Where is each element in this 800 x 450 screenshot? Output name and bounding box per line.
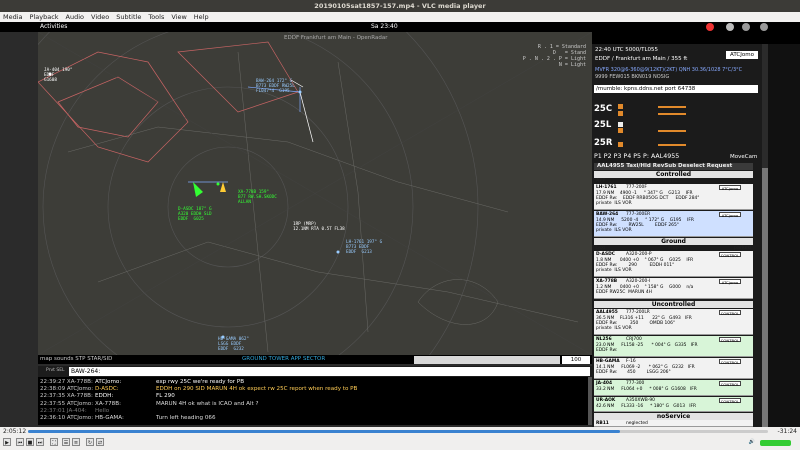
flight-strip-aal4955[interactable]: AAL4955 777-200LR CONTROL 36.5 NM FL316 +11… [594,309,753,335]
circle-icon[interactable] [726,23,734,31]
system-tray [592,22,800,44]
flight-strip-ja404[interactable]: JA-404 777-300 CONTROL 33.2 NM FL064 +0 * 0… [594,380,753,396]
tag-lh1761[interactable]: LH-1761 197° G B773 EDDF EDDF G213 [346,240,382,255]
remaining-time: -31:24 [777,428,797,435]
runway-25r[interactable]: 25R [594,138,612,148]
activities-button[interactable]: Activities [40,22,67,32]
gear-icon[interactable] [742,23,750,31]
metar-line-1: MVFR 320@6-360@9(12KT)(2KT) QNH 30.36/10… [595,67,743,73]
record-icon[interactable] [706,23,714,31]
chat-log: 22:39:27 XA-778B: ATCJomo: exp rwy 25C we'… [38,377,592,425]
window-title: 20190105sat1857-157.mp4 - VLC media play… [0,0,800,12]
utc-time: 22:40 UTC 5000/TL055 [595,47,659,53]
movecam-button[interactable]: MoveCam [730,154,757,160]
menu-playback[interactable]: Playback [30,12,59,22]
chat-row: 22:37:01 JA-404: Hello [40,407,110,414]
menu-audio[interactable]: Audio [66,12,84,22]
radar-legend: R . 1 = Standard D = Stand P . N . 2 . P… [522,44,586,68]
mumble-field[interactable]: /mumble: kpns.ddns.net port 64738 [594,85,758,93]
aircraft-xa778b [216,182,220,186]
chat-input-label: Prvt SEL [46,368,65,373]
chat-row: 22:37:35 XA-778B: EDDH: FL 290 [40,393,175,400]
flight-strip-xa778b[interactable]: XA-778B A320-200-I ATCjomo 1.2 NM 0400 +0 °… [594,278,753,299]
chat-row: 22:36:10 ATCJomo: HB-GAMA: Turn left headi… [40,415,216,422]
next-button[interactable]: ⏭ [36,438,44,446]
playlist-icon[interactable]: ≡ [72,438,80,446]
group-uncontrolled: Uncontrolled [594,301,753,308]
play-button[interactable]: ▶ [3,438,11,446]
right-margin [768,44,800,427]
menu-media[interactable]: Media [3,12,23,22]
seek-bar[interactable] [28,430,768,433]
desktop-clock[interactable]: Sa 23:40 [371,22,398,32]
previous-button[interactable]: ⏮ [16,438,24,446]
flight-strip-dasdc[interactable]: D-ASDC A320-200-P CONTROL 1.8 NM 0400 +0 ° … [594,251,753,277]
airport-name: EDDF / Frankfurt am Main / 355 ft [595,56,688,62]
stop-button[interactable]: ■ [26,438,34,446]
radar-map [38,32,592,355]
menu-subtitle[interactable]: Subtitle [116,12,141,22]
vlc-controls: 2:05:12 -31:24 ▶ ⏮ ■ ⏭ ⛶ ☰ ≡ ↻ ⇄ 🔊 [0,427,800,450]
volume-slider[interactable] [760,440,794,446]
tag-baw264[interactable]: BAW-264 172° G B773 EDDF RW25L FL047*4 G… [256,79,295,94]
extended-settings-icon[interactable]: ☰ [62,438,70,446]
runway-25l[interactable]: 25L [594,120,611,130]
flight-strip-uraok[interactable]: UR-AOK A350XWB-90 CONTROL 42.6 NM FL333 -16… [594,397,753,412]
flight-strip-rb11[interactable]: RB11 neglected [594,420,753,427]
profile-tabs[interactable]: P1 P2 P3 P4 P5 P: AAL4955 [594,153,679,160]
radar-sector-buttons[interactable]: GROUND TOWER APP SECTOR [242,355,325,364]
menu-tools[interactable]: Tools [148,12,164,22]
loop-icon[interactable]: ↻ [86,438,94,446]
chat-row: 22:37:55 ATCJomo: XA-778B: MARUN 4H ok wha… [40,400,259,407]
chat-row: 22:39:27 XA-778B: ATCJomo: exp rwy 25C we'… [40,379,245,385]
elapsed-time: 2:05:12 [3,428,27,435]
atc-side-panel: 22:40 UTC 5000/TL055 ATCJomo EDDF / Fran… [592,44,762,427]
chat-input-row: Prvt SEL [38,366,592,377]
fullscreen-icon[interactable]: ⛶ [50,438,58,446]
radar-zoom[interactable]: 100 [562,355,590,364]
chat-input[interactable] [69,367,590,376]
menu-bar: Media Playback Audio Video Subtitle Tool… [0,12,800,22]
settings-icon[interactable] [760,23,768,31]
aircraft-lh1761 [336,250,340,254]
flight-strip-lh1761[interactable]: LH-1761 777-200F ATCjomo 17.9 NM 4900 -1 ° … [594,184,753,210]
atc-callsign[interactable]: ATCJomo [726,51,758,59]
radar-scale-field[interactable] [414,355,560,364]
radar-screen[interactable]: EDDF Frankfurt am Main - OpenRadar R . 1… [38,32,592,355]
tag-xa778b[interactable]: XA-778B 159° B77 RW.SH.SKODC ALLAN [238,190,277,205]
runway-25c[interactable]: 25C [594,104,612,114]
volume-icon[interactable]: 🔊 [748,438,756,446]
volume-fill [760,440,791,446]
runway-status-block [618,104,748,149]
flight-strip-nl256[interactable]: NL256 CRJ700 CONTROL 23.0 NM FL158 -25 * 00… [594,336,753,357]
tag-dasdc[interactable]: D-ASDC 187° G A320 EDDH SLD EDDF G025 [178,207,212,222]
tag-ja404[interactable]: JA-404 190° EDDF G1608 [44,68,72,83]
radar-message: 1RP (MRP) 12.1NM RTA 0.5T FL38 [293,222,345,232]
radar-toolbar: map sounds STP STAR/SID GROUND TOWER APP… [38,355,592,364]
menu-help[interactable]: Help [194,12,209,22]
flight-strip-baw264[interactable]: BAW-264 777-300ER ATCjomo 14.9 NM 5200 -4 °… [594,211,753,237]
radar-title: EDDF Frankfurt am Main - OpenRadar [284,35,388,41]
group-ground: Ground [594,238,753,245]
group-controlled: Controlled [594,171,753,178]
flight-strip-hbgama[interactable]: HB-GAMA F-16 CONTROL 14.1 NM FL069 -2 * 062… [594,358,753,379]
radar-toolbar-left[interactable]: map sounds STP STAR/SID [40,355,112,364]
strip-header[interactable]: AAL4955 Taxi/Hld RevSub Deselect Request [594,163,753,170]
menu-view[interactable]: View [171,12,186,22]
group-noservice: noService [594,413,753,420]
seek-bar-fill [28,430,620,433]
tag-hbgama[interactable]: HB-GAMA 062° LSGG EDDF EDDF G232 [218,337,249,352]
aircraft-baw264 [298,90,302,94]
chat-row: 22:38:09 ATCJomo: D-ASDC: EDDH on 290 SID … [40,386,358,393]
shuffle-icon[interactable]: ⇄ [96,438,104,446]
metar-line-2: 9999 FEW015 BKN019 NOSIG [595,74,670,80]
menu-video[interactable]: Video [91,12,109,22]
